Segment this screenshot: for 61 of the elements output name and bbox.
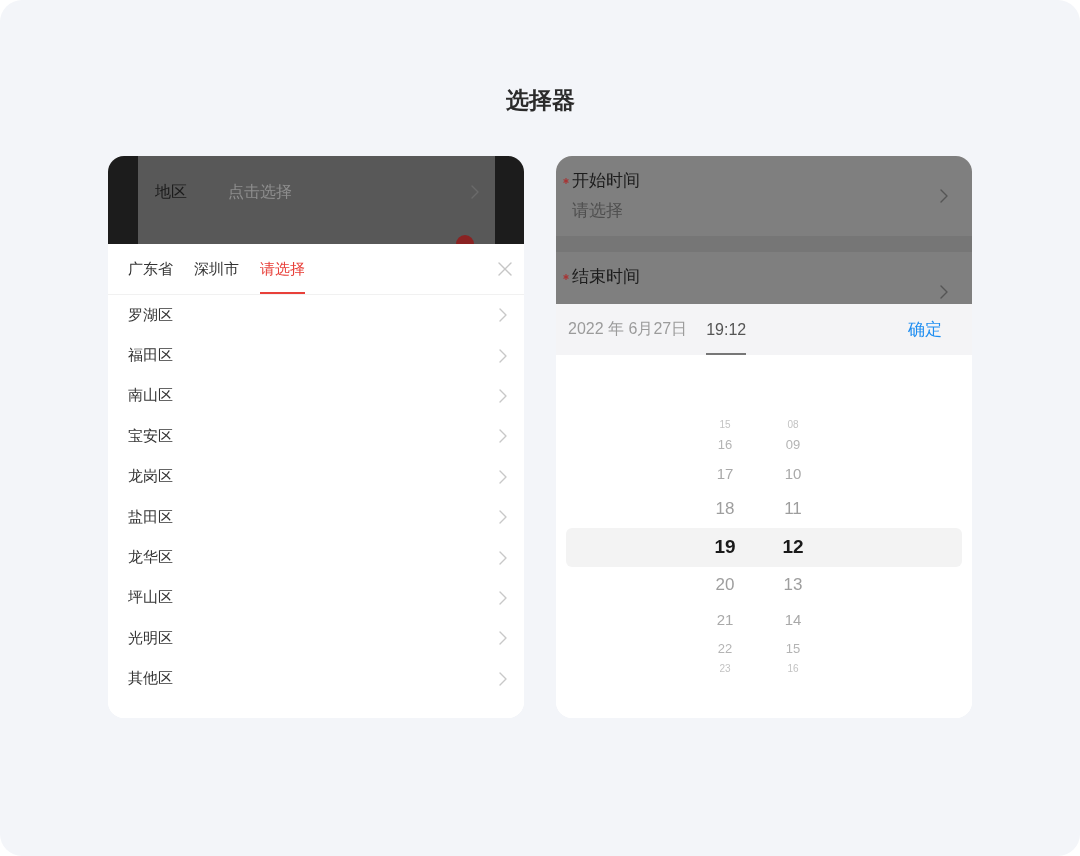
region-tab[interactable]: 广东省 (128, 244, 173, 294)
hour-option[interactable]: 20 (715, 566, 735, 604)
district-name: 其他区 (128, 669, 173, 689)
district-name: 盐田区 (128, 507, 173, 527)
district-option[interactable]: 其他区 (108, 658, 524, 699)
chevron-right-icon (499, 469, 507, 484)
chevron-right-icon (499, 429, 507, 444)
minute-option[interactable]: 15 (785, 636, 801, 662)
chevron-right-icon (499, 590, 507, 605)
field-label: 开始时间 (572, 170, 640, 192)
form-label: 地区 (155, 182, 188, 202)
district-name: 南山区 (128, 386, 173, 406)
district-name: 龙岗区 (128, 467, 173, 487)
district-name: 龙华区 (128, 548, 173, 568)
district-name: 光明区 (128, 628, 173, 648)
date-time-tab[interactable]: 2022 年 6月27日 (568, 304, 688, 355)
minute-option[interactable]: 14 (784, 604, 802, 636)
minute-option[interactable]: 10 (784, 458, 802, 490)
district-name: 福田区 (128, 346, 173, 366)
minute-option[interactable]: 13 (783, 566, 803, 604)
chevron-right-icon (499, 631, 507, 646)
minute-option[interactable]: 09 (785, 432, 801, 458)
close-icon (498, 262, 512, 276)
chevron-right-icon (499, 671, 507, 686)
minute-option[interactable]: 08 (787, 418, 799, 432)
hour-option[interactable]: 21 (716, 604, 734, 636)
chevron-right-icon (499, 388, 507, 403)
field-label: 结束时间 (572, 266, 640, 288)
hour-option[interactable]: 18 (715, 490, 735, 528)
district-name: 坪山区 (128, 588, 173, 608)
district-option[interactable]: 龙华区 (108, 537, 524, 578)
hour-option[interactable]: 15 (719, 418, 731, 432)
chevron-right-icon (499, 348, 507, 363)
region-tab[interactable]: 请选择 (260, 244, 305, 294)
chevron-right-icon (499, 308, 507, 323)
minute-option[interactable]: 12 (782, 528, 804, 566)
close-button[interactable] (497, 261, 513, 277)
chevron-right-icon (499, 510, 507, 525)
minute-option[interactable]: 11 (784, 490, 802, 528)
page-title: 选择器 (505, 86, 575, 115)
confirm-button[interactable]: 确定 (908, 304, 942, 355)
hour-option[interactable]: 22 (717, 636, 733, 662)
minute-option[interactable]: 16 (787, 662, 799, 676)
region-tab[interactable]: 深圳市 (194, 244, 239, 294)
district-name: 罗湖区 (128, 305, 173, 325)
hour-option[interactable]: 23 (719, 662, 731, 676)
chevron-right-icon (499, 550, 507, 565)
district-option[interactable]: 坪山区 (108, 577, 524, 619)
hour-option[interactable]: 17 (716, 458, 734, 490)
district-option[interactable]: 宝安区 (108, 416, 524, 457)
chevron-right-icon (940, 189, 948, 203)
district-option[interactable]: 光明区 (108, 618, 524, 659)
hour-option[interactable]: 16 (717, 432, 733, 458)
chevron-right-icon (940, 285, 948, 299)
district-option[interactable]: 福田区 (108, 335, 524, 376)
district-option[interactable]: 盐田区 (108, 496, 524, 538)
district-option[interactable]: 龙岗区 (108, 456, 524, 497)
district-option[interactable]: 罗湖区 (108, 295, 524, 336)
district-option[interactable]: 南山区 (108, 375, 524, 417)
hour-option[interactable]: 19 (714, 528, 736, 566)
district-name: 宝安区 (128, 426, 173, 446)
